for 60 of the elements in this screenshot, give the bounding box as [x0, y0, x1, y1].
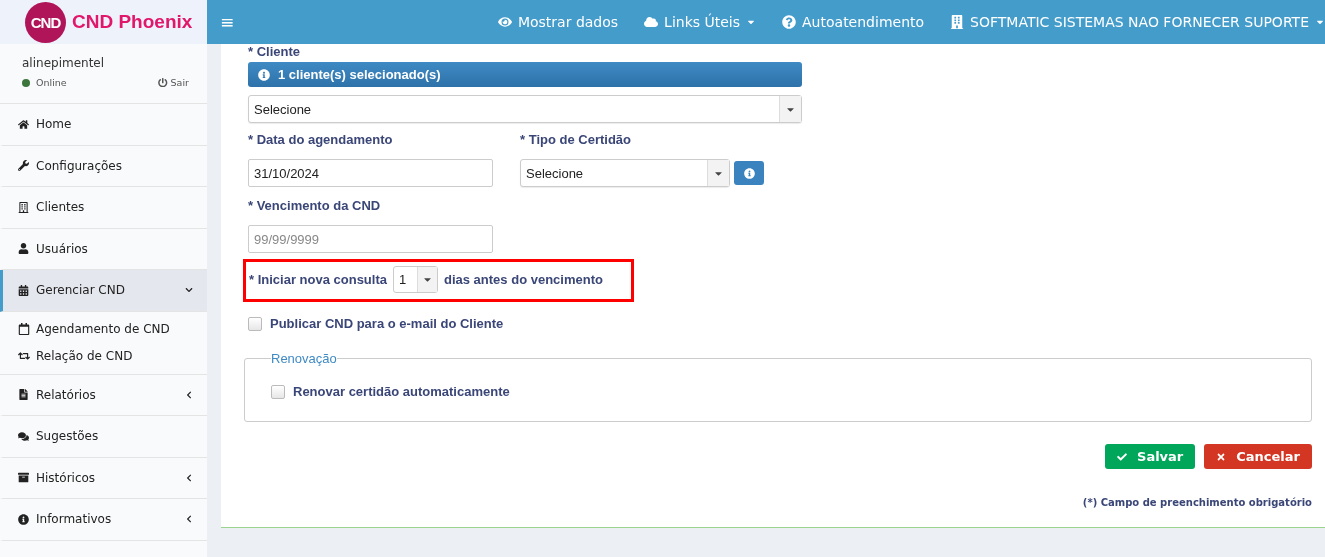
- submenu-item[interactable]: Relação de CND: [18, 342, 207, 370]
- calendar-icon: [18, 284, 29, 296]
- logout-link[interactable]: Sair: [158, 77, 189, 88]
- user-name: alinepimentel: [22, 56, 106, 70]
- submenu-item[interactable]: Agendamento de CND: [18, 315, 207, 343]
- brand-name: CND Phoenix: [72, 11, 193, 33]
- chat-icon: [18, 430, 29, 442]
- info-button[interactable]: [734, 161, 764, 185]
- date-input[interactable]: 31/10/2024: [248, 159, 493, 187]
- due-date-input[interactable]: 99/99/9999: [248, 225, 493, 253]
- logo-badge: CND: [25, 1, 66, 43]
- sidebar-item[interactable]: Relatórios: [0, 374, 207, 416]
- chevron-down-icon: [185, 286, 193, 295]
- required-note: (*) Campo de preenchimento obrigatório: [1081, 497, 1312, 508]
- info-icon: [18, 513, 29, 525]
- check-icon: [1117, 451, 1127, 462]
- field-label: * Cliente: [248, 44, 301, 61]
- wrench-icon: [18, 160, 29, 172]
- repeat-icon: [18, 350, 30, 362]
- certificate-type-select[interactable]: Selecione: [520, 159, 730, 187]
- checkbox[interactable]: [248, 316, 262, 331]
- sidebar-item[interactable]: Informativos: [0, 499, 207, 541]
- calendar-icon: [18, 323, 30, 335]
- chevron-left-icon: [185, 473, 193, 482]
- sidebar-item[interactable]: Gerenciar CND: [0, 270, 207, 312]
- cancel-button[interactable]: Cancelar: [1204, 444, 1312, 469]
- sidebar-item[interactable]: Configurações: [0, 145, 207, 187]
- close-icon: [1216, 451, 1227, 462]
- field-label: * Vencimento da CND: [248, 198, 382, 215]
- client-select[interactable]: Selecione: [248, 95, 802, 123]
- field-label: * Tipo de Certidão: [520, 132, 632, 149]
- question-icon: [782, 15, 797, 29]
- chevron-left-icon: [185, 515, 193, 524]
- checkbox-label: Publicar CND para o e-mail do Cliente: [270, 316, 504, 331]
- home-icon: [18, 118, 29, 130]
- archive-icon: [18, 472, 29, 484]
- cloud-icon: [644, 15, 659, 29]
- info-icon: [258, 68, 270, 81]
- field-label: * Iniciar nova consulta: [249, 272, 387, 287]
- user-icon: [18, 243, 29, 255]
- field-suffix: dias antes do vencimento: [444, 272, 603, 287]
- document-icon: [18, 389, 29, 401]
- sidebar-item[interactable]: Home: [0, 104, 207, 146]
- info-icon: [743, 167, 755, 179]
- sidebar-item[interactable]: Clientes: [0, 187, 207, 229]
- checkbox[interactable]: [271, 384, 285, 399]
- eye-icon: [497, 15, 512, 29]
- status-dot: [22, 78, 30, 87]
- building-icon: [950, 15, 965, 29]
- building-icon: [18, 201, 29, 213]
- group-legend: Renovação: [271, 351, 337, 366]
- info-bar: 1 cliente(s) selecionado(s): [248, 62, 802, 87]
- days-select[interactable]: 1: [393, 266, 438, 293]
- chevron-left-icon: [185, 390, 193, 399]
- sidebar-item[interactable]: Sugestões: [0, 416, 207, 458]
- sidebar-item[interactable]: Históricos: [0, 457, 207, 499]
- field-label: * Data do agendamento: [248, 132, 394, 149]
- checkbox-label: Renovar certidão automaticamente: [293, 384, 510, 399]
- power-icon: [158, 77, 168, 88]
- status-text: Online: [36, 77, 67, 88]
